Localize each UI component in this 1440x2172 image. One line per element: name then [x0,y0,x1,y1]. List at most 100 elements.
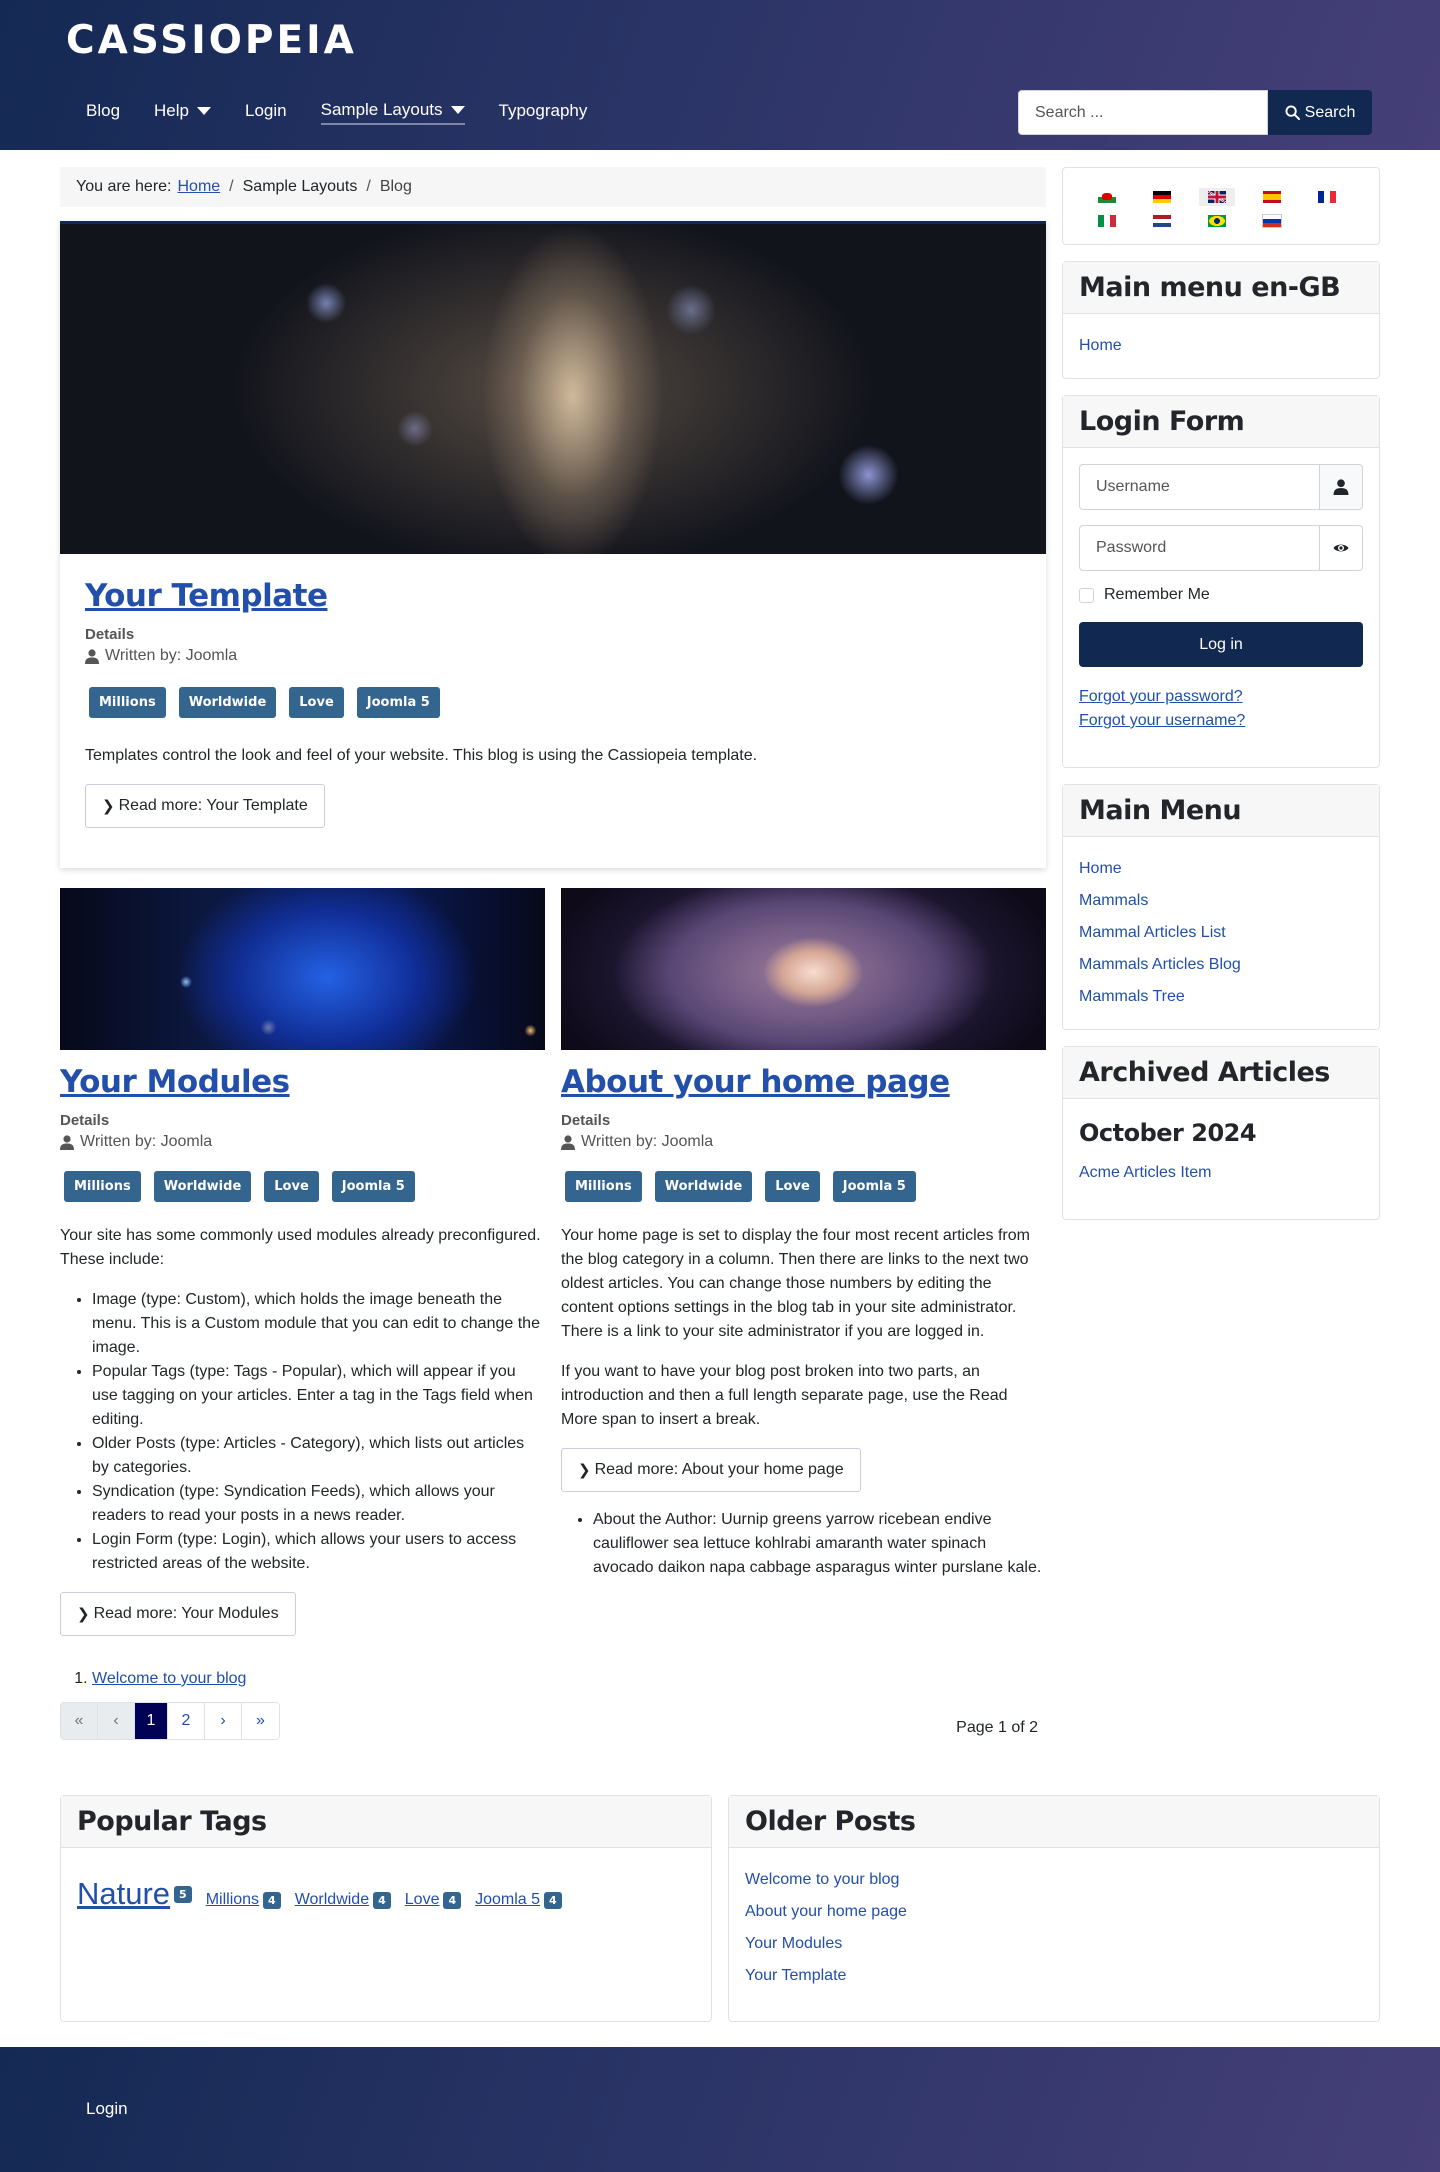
menu-item-home[interactable]: Home [1079,337,1122,354]
tag-millions[interactable]: Millions [64,1171,141,1202]
nav-label: Sample Layouts [320,100,443,119]
author-line: Written by: Joomla [561,1133,1046,1151]
menu-item-mammals-articles-blog[interactable]: Mammals Articles Blog [1079,956,1241,973]
pagination: « ‹ 1 2 › » [60,1702,280,1740]
nav-label: Blog [86,101,121,120]
nav-item-sample-layouts[interactable]: Sample Layouts [320,100,465,125]
menu-item-mammal-articles-list[interactable]: Mammal Articles List [1079,924,1226,941]
article-title-link[interactable]: About your home page [561,1064,950,1100]
flag-es[interactable] [1254,188,1290,206]
flag-cy[interactable] [1089,188,1125,206]
tag-link[interactable]: Joomla 5 [475,1891,540,1909]
module-title: Main Menu [1063,785,1379,837]
flag-it[interactable] [1089,212,1125,230]
tag-link[interactable]: Nature [77,1876,170,1912]
flag-nl[interactable] [1144,212,1180,230]
module-list: Image (type: Custom), which holds the im… [60,1288,545,1576]
breadcrumb-prefix: You are here: [76,178,172,195]
brazil-flag-icon [1208,215,1226,227]
menu-item-mammals[interactable]: Mammals [1079,892,1148,909]
forgot-password-link[interactable]: Forgot your password? [1079,685,1363,709]
menu-item-home[interactable]: Home [1079,860,1122,877]
flag-pt-br[interactable] [1199,212,1235,230]
list-item: About the Author: Uurnip greens yarrow r… [593,1508,1046,1580]
flag-ru[interactable] [1254,212,1290,230]
remember-me[interactable]: Remember Me [1079,586,1363,604]
article-title-link[interactable]: Your Template [85,578,328,614]
user-icon [1333,479,1349,495]
tag-worldwide[interactable]: Worldwide [178,687,277,718]
nav-item-blog[interactable]: Blog [86,100,120,125]
show-password-button[interactable] [1320,525,1363,571]
article-intro: Your home page is set to display the fou… [561,1227,1030,1340]
list-item: Welcome to your blog [92,1670,1046,1688]
more-articles-list: Welcome to your blog [60,1670,1046,1688]
older-post-link[interactable]: About your home page [745,1903,907,1920]
details-label: Details [60,1112,110,1129]
read-more-label: Read more: About your home page [594,1461,844,1478]
flag-fr[interactable] [1309,188,1345,206]
search-button-label: Search [1304,103,1356,121]
archive-item-link[interactable]: Acme Articles Item [1079,1164,1211,1181]
next-page-button[interactable]: › [205,1703,242,1739]
footer-login-link[interactable]: Login [86,2099,128,2119]
first-page-button[interactable]: « [61,1703,98,1739]
more-article-link[interactable]: Welcome to your blog [92,1670,246,1687]
nav-item-help[interactable]: Help [154,100,211,125]
last-page-button[interactable]: » [242,1703,279,1739]
author-text: Written by: Joomla [105,647,238,664]
tag-joomla-5[interactable]: Joomla 5 [331,1171,415,1202]
nav-item-login[interactable]: Login [245,100,287,125]
tag-love[interactable]: Love [289,687,344,718]
tag-worldwide[interactable]: Worldwide [654,1171,753,1202]
main-menu-module: Main Menu Home Mammals Mammal Articles L… [1062,784,1380,1030]
tag-link[interactable]: Worldwide [295,1891,369,1909]
password-field[interactable] [1079,525,1320,571]
page-2-button[interactable]: 2 [168,1703,205,1739]
nav-item-typography[interactable]: Typography [499,100,588,125]
search-button[interactable]: Search [1268,90,1372,135]
tag-list: Millions Worldwide Love Joomla 5 [561,1171,1046,1202]
tag-joomla-5[interactable]: Joomla 5 [356,687,440,718]
flag-en-gb[interactable] [1199,188,1235,206]
tag-link[interactable]: Millions [206,1891,259,1909]
article-title-link[interactable]: Your Modules [60,1064,290,1100]
tag-worldwide[interactable]: Worldwide [153,1171,252,1202]
older-post-link[interactable]: Your Template [745,1967,846,1984]
remember-me-checkbox[interactable] [1079,587,1094,603]
older-post-link[interactable]: Your Modules [745,1935,842,1952]
flag-de[interactable] [1144,188,1180,206]
tag-millions[interactable]: Millions [89,687,166,718]
cloud-tag-worldwide: Worldwide 4 [295,1891,391,1909]
cloud-tag-joomla-5: Joomla 54 [475,1891,562,1909]
list-item: Syndication (type: Syndication Feeds), w… [92,1480,545,1528]
caret-down-icon [197,107,211,115]
list-item: Popular Tags (type: Tags - Popular), whi… [92,1360,545,1432]
tag-millions[interactable]: Millions [565,1171,642,1202]
tag-list: Millions Worldwide Love Joomla 5 [60,1171,545,1202]
breadcrumb-home[interactable]: Home [177,178,220,196]
site-header: CASSIOPEIA Blog Help Login Sample Layout… [0,0,1440,150]
username-field[interactable] [1079,464,1320,510]
list-item: Login Form (type: Login), which allows y… [92,1528,545,1576]
menu-item-mammals-tree[interactable]: Mammals Tree [1079,988,1185,1005]
tag-link[interactable]: Love [405,1891,440,1909]
uk-flag-icon [1208,191,1226,203]
author-bio-list: About the Author: Uurnip greens yarrow r… [561,1508,1046,1580]
list-item: Image (type: Custom), which holds the im… [92,1288,545,1360]
page-1-button[interactable]: 1 [135,1703,168,1739]
forgot-username-link[interactable]: Forgot your username? [1079,709,1363,733]
nav-label: Help [154,101,189,120]
tag-love[interactable]: Love [765,1171,820,1202]
read-more-button[interactable]: ❯ Read more: Your Modules [60,1592,296,1636]
older-posts-list: Welcome to your blog About your home pag… [745,1864,1363,1992]
search-input[interactable] [1018,90,1268,135]
read-more-button[interactable]: ❯ Read more: Your Template [85,784,325,828]
tag-love[interactable]: Love [264,1171,319,1202]
older-post-link[interactable]: Welcome to your blog [745,1871,899,1888]
site-logo[interactable]: CASSIOPEIA [66,18,357,63]
read-more-button[interactable]: ❯ Read more: About your home page [561,1448,861,1492]
prev-page-button[interactable]: ‹ [98,1703,135,1739]
tag-joomla-5[interactable]: Joomla 5 [832,1171,916,1202]
login-button[interactable]: Log in [1079,622,1363,667]
